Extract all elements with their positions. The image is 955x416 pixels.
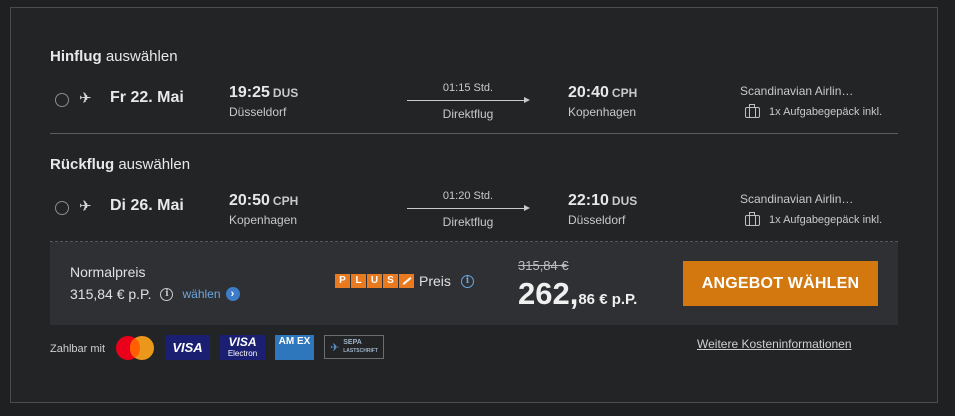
visa-electron-icon: VISA Electron [220,335,265,360]
plus-arrow-icon [399,274,414,288]
return-departure: 20:50 CPH Kopenhagen [229,192,298,227]
route-arrow [407,205,530,211]
departure-time: 20:50 [229,192,270,209]
normal-price-label: Normalpreis [70,264,146,280]
departure-city: Kopenhagen [229,213,298,227]
outbound-date: Fr 22. Mai [110,89,184,106]
plane-icon: ✈ [79,198,92,215]
return-date: Di 26. Mai [110,197,184,214]
sepa-icon: ✈ SEPA LASTSCHRIFT [324,335,384,359]
baggage-text: 1x Aufgabegepäck inkl. [769,214,883,226]
arrival-city: Düsseldorf [568,213,626,227]
price-suffix: € p.P. [595,291,638,308]
choose-normal-price-link[interactable]: wählen [182,287,220,301]
departure-code: DUS [272,86,299,100]
departure-code: CPH [272,194,299,208]
outbound-arrival: 20:40 CPH Kopenhagen [568,84,637,119]
route-arrow [407,97,530,103]
return-heading: Rückflug auswählen [50,156,191,173]
plus-logo-letter: P [335,274,350,288]
return-arrival: 22:10 DUS Düsseldorf [568,192,637,227]
baggage-text: 1x Aufgabegepäck inkl. [769,106,883,118]
price-main: 262, [518,276,579,311]
plane-icon: ✈ [79,90,92,107]
outbound-radio[interactable] [55,93,69,107]
info-icon[interactable]: i [160,287,174,301]
arrival-code: CPH [611,86,638,100]
plus-logo-letter: L [351,274,366,288]
plus-price-text: Preis [419,273,451,289]
flight-stops: Direktflug [442,107,494,121]
plus-price-label: P L U S Preis i [335,273,474,289]
amex-icon: AM EX [275,335,314,360]
section-divider [50,133,898,134]
departure-time: 19:25 [229,84,270,101]
departure-city: Düsseldorf [229,105,287,119]
return-flight-row[interactable]: ✈ Di 26. Mai 20:50 CPH Kopenhagen 01:20 S… [50,190,898,240]
airline-name: Scandinavian Airlin… [740,192,854,206]
arrival-code: DUS [611,194,638,208]
payment-label: Zahlbar mit [50,343,106,355]
arrival-time: 22:10 [568,192,609,209]
select-offer-button[interactable]: ANGEBOT WÄHLEN [683,261,878,306]
outbound-flight-row[interactable]: ✈ Fr 22. Mai 19:25 DUS Düsseldorf 01:15 S… [50,82,898,132]
arrival-city: Kopenhagen [568,105,637,119]
plus-logo-letter: U [367,274,382,288]
old-price: 315,84 € [518,258,569,273]
price-panel: Normalpreis 315,84 € p.P. i wählen › P L… [50,242,898,325]
flight-duration: 01:15 Std. [442,82,494,94]
normal-price-value: 315,84 € p.P. [70,286,152,302]
outbound-departure: 19:25 DUS Düsseldorf [229,84,298,119]
visa-icon: VISA [165,335,210,360]
offer-price: 262,86 € p.P. [518,276,637,312]
more-cost-info-link[interactable]: Weitere Kosteninformationen [697,337,852,351]
price-cents: 86 [578,291,596,308]
outbound-heading: Hinflug auswählen [50,48,178,65]
normal-price-row: 315,84 € p.P. i wählen › [70,286,240,302]
return-radio[interactable] [55,201,69,215]
info-icon[interactable]: i [460,274,474,288]
luggage-icon [745,103,760,118]
chevron-right-icon[interactable]: › [225,287,240,301]
flight-stops: Direktflug [442,215,494,229]
flight-duration: 01:20 Std. [442,190,494,202]
mastercard-icon [115,335,157,361]
plus-logo-letter: S [383,274,398,288]
baggage-info: 1x Aufgabegepäck inkl. [745,211,883,226]
luggage-icon [745,211,760,226]
baggage-info: 1x Aufgabegepäck inkl. [745,103,883,118]
airline-name: Scandinavian Airlin… [740,84,854,98]
arrival-time: 20:40 [568,84,609,101]
